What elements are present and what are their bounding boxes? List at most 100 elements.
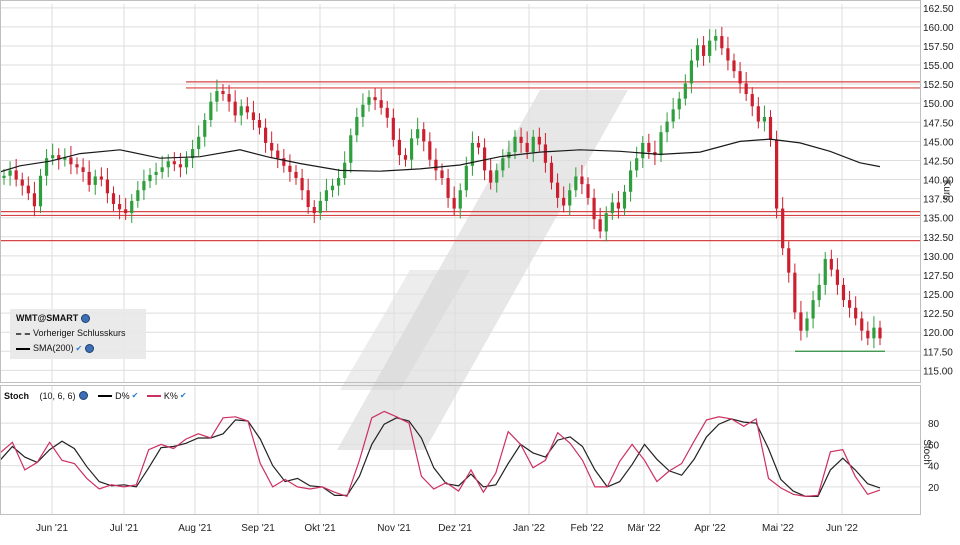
candle-body	[501, 158, 505, 171]
candle	[446, 168, 450, 208]
x-tick-label: Aug '21	[178, 523, 212, 534]
candle-body	[811, 300, 815, 319]
chart-root: Jun '21 Jul '21 Aug '21 Sep '21 Okt '21 Nov '…	[0, 0, 960, 540]
candle-body	[20, 179, 24, 186]
candle-body	[330, 185, 335, 191]
candle	[720, 26, 724, 56]
y-tick-label: 155.00	[923, 61, 954, 72]
candle	[38, 168, 43, 214]
candle-body	[452, 197, 456, 209]
candle-body	[203, 120, 207, 137]
candle	[659, 125, 663, 162]
stoch-y-tick-label: 80	[928, 419, 940, 430]
legend-symbol: WMT@SMART	[16, 313, 79, 323]
candle	[878, 320, 882, 346]
candle-body	[87, 171, 91, 185]
candle-body	[349, 135, 353, 163]
candle-body	[105, 179, 110, 194]
x-tick-label: Jan '22	[513, 523, 545, 534]
candle	[355, 107, 359, 143]
candle	[276, 143, 280, 169]
candle	[647, 133, 651, 159]
candle-body	[543, 144, 548, 163]
candle-body	[215, 91, 219, 102]
candle	[458, 183, 462, 219]
candle	[683, 74, 687, 106]
candle	[695, 38, 700, 68]
candle-body	[288, 165, 292, 172]
candle	[93, 169, 97, 195]
candle	[787, 241, 791, 283]
checkmark-icon[interactable]: ✔	[180, 391, 187, 400]
candle	[270, 131, 274, 158]
checkmark-icon[interactable]: ✔	[132, 391, 139, 400]
candle-body	[549, 162, 554, 183]
candle	[312, 200, 316, 224]
candle-body	[744, 83, 748, 95]
candle-body	[495, 170, 499, 183]
candle-body	[628, 170, 633, 192]
solid-line-icon	[16, 347, 30, 350]
candle	[221, 84, 225, 101]
candle	[233, 90, 237, 123]
candle	[160, 155, 164, 179]
candle	[373, 87, 377, 111]
candle-body	[708, 40, 712, 56]
candle-body	[574, 176, 578, 191]
watermark-logo	[337, 90, 628, 450]
candle-body	[336, 178, 341, 186]
candle	[336, 168, 341, 196]
candle-body	[136, 190, 140, 201]
candle-body	[428, 141, 432, 160]
candle-body	[300, 178, 304, 191]
candle-body	[482, 147, 487, 171]
stoch-y-tick-label: 20	[928, 483, 940, 494]
candle-body	[647, 142, 651, 153]
candle-body	[251, 112, 256, 121]
candle-body	[726, 48, 730, 61]
candle-body	[26, 185, 30, 194]
candle-body	[440, 170, 444, 179]
candle	[701, 36, 706, 66]
y-tick-label: 150.00	[923, 99, 954, 110]
y-tick-label: 160.00	[923, 23, 954, 34]
candle	[714, 29, 718, 51]
candle-body	[99, 176, 103, 180]
candle	[99, 167, 103, 187]
candle-body	[513, 136, 517, 153]
candle-body	[671, 109, 675, 122]
y-tick-label: 142.50	[923, 156, 954, 167]
checkmark-icon[interactable]: ✔	[76, 344, 83, 353]
candle-body	[257, 120, 262, 128]
candle-body	[422, 129, 426, 142]
candle-body	[142, 181, 146, 191]
candle-body	[245, 106, 249, 113]
candle-body	[75, 164, 79, 168]
candle-body	[604, 213, 608, 232]
candle	[665, 112, 669, 143]
candle	[774, 130, 779, 219]
y-tick-label: 125.00	[923, 290, 954, 301]
stoch-axis-label: Stoch	[921, 439, 932, 465]
globe-icon	[78, 391, 88, 401]
x-tick-label: Dez '21	[438, 523, 472, 534]
candle-body	[659, 132, 663, 156]
watermark-slash-upper	[337, 90, 628, 450]
x-tick-label: Jun '22	[826, 523, 858, 534]
candle	[422, 122, 426, 152]
stoch-k-label: K%	[163, 390, 178, 401]
candle	[14, 158, 18, 187]
candle	[428, 132, 432, 167]
candle-body	[525, 142, 529, 153]
y-tick-label: 127.50	[923, 271, 954, 282]
candle-body	[51, 155, 55, 159]
candle-body	[93, 176, 97, 185]
x-tick-label: Jul '21	[110, 523, 139, 534]
candle	[300, 168, 304, 201]
candle-body	[586, 184, 590, 198]
k-line-icon	[146, 394, 161, 397]
candle	[306, 178, 310, 214]
x-tick-label: Jun '21	[36, 523, 68, 534]
candle	[124, 197, 128, 221]
candle	[87, 160, 91, 192]
